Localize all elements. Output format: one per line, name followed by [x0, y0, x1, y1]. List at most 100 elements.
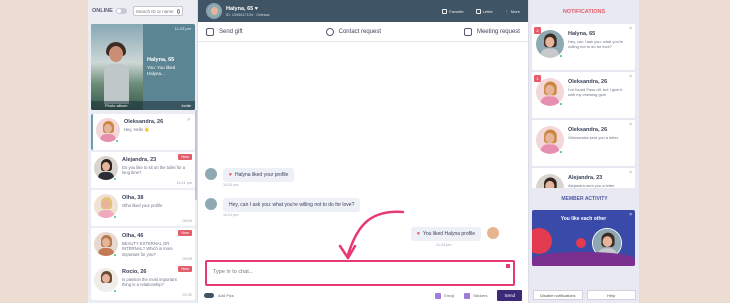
notification-message: Oleksandra sent you a letter — [568, 135, 619, 140]
more-label: More — [510, 8, 520, 14]
message-text: You liked Halyna profile — [422, 231, 476, 237]
chat-input[interactable] — [213, 269, 493, 275]
member-activity-card[interactable]: × You like each other — [532, 210, 635, 266]
notification-item[interactable]: 2 Halyna, 65 Hey, can I ask you: what yo… — [532, 24, 635, 70]
featured-name: Halyna, 65 — [147, 57, 175, 63]
chat-list-item[interactable]: Olha, 38 Olha liked your profile 08:09 — [91, 190, 195, 226]
close-icon[interactable]: × — [629, 74, 632, 80]
read-check-icon: ✓ — [186, 117, 191, 123]
sender-avatar — [205, 198, 217, 210]
chat-list-header: ONLINE — [88, 0, 198, 22]
last-message: Is passion the most important thing in a… — [122, 277, 177, 288]
notification-name: Oleksandra, 26 — [568, 127, 608, 133]
my-avatar — [532, 228, 552, 254]
new-badge: New — [178, 154, 192, 160]
notifications-panel: NOTIFICATIONS 2 Halyna, 65 Hey, can I as… — [528, 0, 639, 303]
letter-button[interactable]: Letter — [475, 8, 493, 14]
message-time: 08:09 — [182, 219, 192, 223]
photo-album-link[interactable]: Photo album — [105, 103, 127, 108]
last-message: Hey, Hello 👋 — [124, 127, 150, 132]
incoming-message: ♥ Halyna liked your profile — [205, 168, 295, 182]
more-button[interactable]: ⋮ More — [505, 9, 520, 14]
notification-item[interactable]: Alejandra, 23 Alejandra sent you a lette… — [532, 168, 635, 188]
notification-item[interactable]: 1 Oleksandra, 26 I've found Pass off, bu… — [532, 72, 635, 118]
member-activity-title: MEMBER ACTIVITY — [561, 196, 608, 202]
stickers-label: Stickers — [473, 293, 488, 298]
gift-icon — [206, 27, 214, 36]
meeting-request-button[interactable]: Meeting request — [463, 27, 520, 36]
send-button[interactable]: Send — [497, 290, 522, 301]
chat-bottom-bar: Add Pics Emoji Stickers Send — [198, 288, 528, 303]
incoming-message: Hey, can I ask you: what you're willing … — [205, 198, 361, 212]
last-message: Do you like to sit on the toilet for a l… — [122, 165, 186, 176]
featured-message: You: You liked Halyna... — [147, 65, 176, 76]
add-pics-control[interactable]: Add Pics — [204, 293, 234, 298]
contact-request-label: Contact request — [338, 28, 381, 35]
contact-name: Alejandra, 23 — [122, 157, 157, 163]
notification-name: Halyna, 65 — [568, 31, 596, 37]
send-gift-label: Send gift — [219, 28, 243, 35]
online-dot — [113, 177, 117, 181]
contact-name: Rocio, 26 — [122, 269, 147, 275]
featured-time: 11:23 pm — [174, 26, 191, 31]
online-dot — [559, 150, 563, 154]
disable-notifications-button[interactable]: Disable notifications — [533, 290, 583, 300]
envelope-icon — [475, 8, 481, 14]
add-pics-toggle[interactable] — [204, 293, 214, 298]
chat-contact-info: Halyna, 65 ♥ ID: 1345617134 · Odessa — [226, 6, 269, 17]
close-icon[interactable]: × — [629, 26, 632, 32]
featured-footer: Photo album Invite — [91, 101, 195, 110]
notification-message: Alejandra sent you a letter — [568, 183, 615, 188]
chat-list-scrollbar[interactable] — [195, 110, 197, 200]
chat-header: Halyna, 65 ♥ ID: 1345617134 · Odessa Fav… — [198, 0, 528, 22]
emoji-button[interactable]: Emoji — [435, 292, 454, 299]
help-button[interactable]: Help — [586, 290, 636, 300]
meeting-request-label: Meeting request — [476, 28, 520, 35]
online-dot — [113, 289, 117, 293]
contact-request-button[interactable]: Contact request — [325, 27, 381, 36]
notification-item[interactable]: Oleksandra, 26 Oleksandra sent you a let… — [532, 120, 635, 166]
chat-icon[interactable] — [576, 238, 586, 248]
favorite-button[interactable]: Favorite — [442, 8, 464, 14]
featured-chat[interactable]: 11:23 pm Halyna, 65 You: You liked Halyn… — [91, 24, 195, 110]
featured-info: 11:23 pm Halyna, 65 You: You liked Halyn… — [143, 24, 195, 110]
chat-list-item[interactable]: Olha, 46 BEAUTY EXTERNAL OR INTERNAL? Wh… — [91, 228, 195, 264]
send-gift-button[interactable]: Send gift — [206, 27, 243, 36]
chat-list-item[interactable]: Oleksandra, 26 Hey, Hello 👋 ✓ — [91, 114, 195, 150]
online-dot — [559, 54, 563, 58]
sticker-icon — [464, 292, 471, 299]
notifications-title: NOTIFICATIONS — [562, 9, 606, 15]
chat-list-item[interactable]: Alejandra, 23 Do you like to sit on the … — [91, 152, 195, 188]
invite-link[interactable]: Invite — [181, 103, 191, 108]
search-input[interactable] — [135, 8, 176, 14]
search-box[interactable] — [132, 6, 183, 16]
close-icon[interactable]: × — [629, 122, 632, 128]
new-badge: New — [178, 266, 192, 272]
message-time: 11:20 pm — [223, 183, 239, 187]
resize-handle-icon — [506, 264, 510, 268]
online-dot — [113, 215, 117, 219]
online-dot — [559, 102, 563, 106]
last-message: Olha liked your profile — [122, 203, 163, 208]
notification-name: Oleksandra, 26 — [568, 79, 608, 85]
message-time: 11:21 pm — [223, 213, 239, 217]
notification-name: Alejandra, 23 — [568, 175, 603, 181]
chat-input-box[interactable] — [205, 260, 515, 286]
close-icon[interactable]: × — [629, 170, 632, 176]
chat-contact-name: Halyna, 65 ♥ — [226, 5, 259, 12]
star-icon — [442, 8, 448, 14]
chat-send-controls: Emoji Stickers Send — [435, 290, 522, 301]
message-time: 11:21 pm — [176, 181, 192, 185]
favorite-label: Favorite — [449, 8, 464, 14]
chat-list-item[interactable]: Rocio, 26 Is passion the most important … — [91, 264, 195, 300]
search-icon[interactable] — [176, 8, 180, 14]
message-time: 09:05 — [182, 257, 192, 261]
online-toggle[interactable] — [115, 8, 127, 14]
stickers-button[interactable]: Stickers — [464, 292, 488, 299]
chat-avatar[interactable] — [206, 3, 222, 19]
heart-icon: ♥ — [417, 231, 420, 237]
new-badge: New — [178, 230, 192, 236]
message-text: Halyna liked your profile — [234, 172, 289, 178]
chat-header-actions: Favorite Letter ⋮ More — [442, 8, 520, 14]
message-bubble: ♥ Halyna liked your profile — [223, 168, 295, 182]
